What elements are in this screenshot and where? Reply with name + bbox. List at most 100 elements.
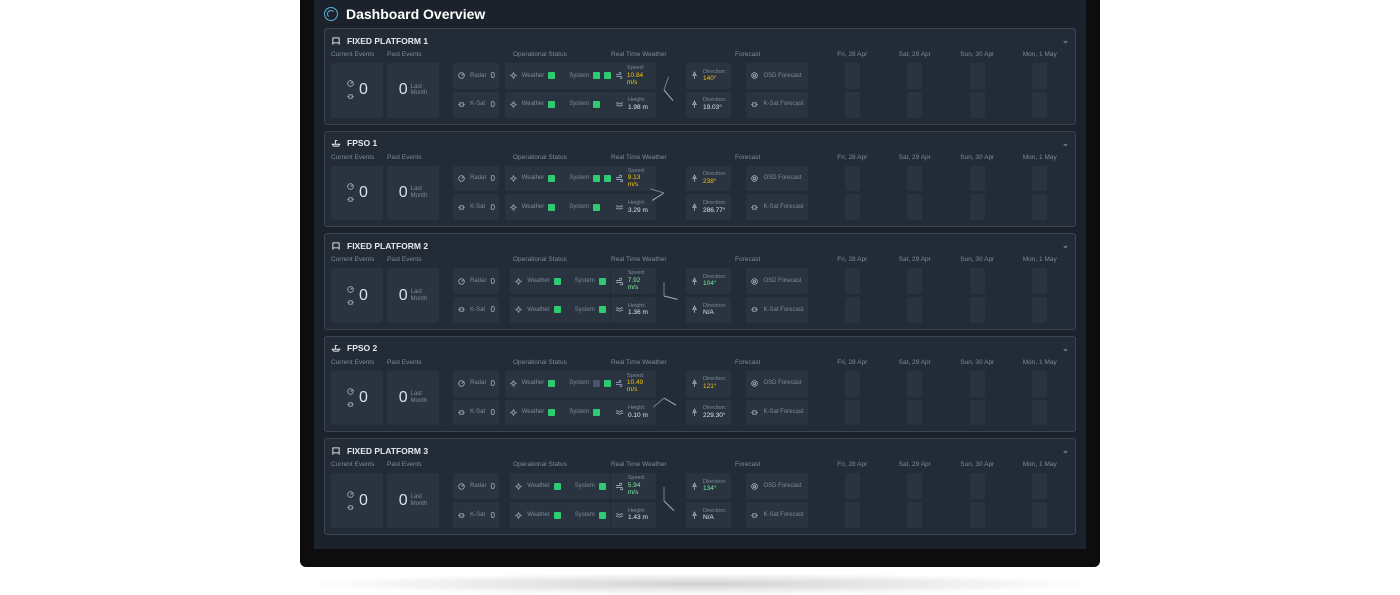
ksat-forecast-row[interactable]: K-Sat Forecast [746,92,807,118]
ksat-row[interactable]: K-Sat0 [453,502,499,528]
osd-forecast-row[interactable]: OSD Forecast [746,371,807,397]
current-events-cell[interactable]: 0 [331,371,383,426]
chevron-down-icon[interactable]: ⌄ [1062,445,1069,456]
weather-label: Weather [527,483,550,490]
direction-icon [690,203,699,212]
past-events-cell[interactable]: 0 Last Month [387,63,439,118]
radar-row[interactable]: Radar0 [453,63,499,89]
wind-icon [615,174,624,183]
sensor-counts: Radar0 K-Sat0 [443,371,509,426]
operational-status-cell: Weather System Weather System [513,166,607,221]
current-events-count: 0 [359,288,368,304]
forecast-heatmap [911,70,918,81]
forecast-day-cell[interactable] [948,473,1007,528]
forecast-day-cell[interactable] [886,63,945,118]
radar-row[interactable]: Radar0 [453,166,499,192]
current-events-cell[interactable]: 0 [331,268,383,323]
forecast-heatmap [974,378,981,389]
status-chip [554,306,561,313]
wave-icon [615,203,624,212]
rtw-cell: Speed:10.84 m/s Height:1.98 m Direction:… [611,63,731,118]
platform-header[interactable]: FIXED PLATFORM 3 ⌄ [331,443,1069,460]
forecast-day-cell[interactable] [1011,166,1070,221]
ksat-row[interactable]: K-Sat0 [453,92,499,118]
forecast-day-header: Fri, 28 Apr [823,153,882,162]
weather-icon [509,71,518,80]
forecast-day-cell[interactable] [886,166,945,221]
chevron-down-icon[interactable]: ⌄ [1062,343,1069,354]
direction-icon [690,71,699,80]
col-header: Past Events [387,460,439,469]
current-events-count: 0 [359,493,368,509]
ksat-forecast-row[interactable]: K-Sat Forecast [746,194,807,220]
forecast-day-cell[interactable] [886,473,945,528]
past-period-label: Last Month [411,391,428,404]
chevron-down-icon[interactable]: ⌄ [1062,240,1069,251]
radar-row[interactable]: Radar0 [453,268,499,294]
osd-forecast-row[interactable]: OSD Forecast [746,268,807,294]
forecast-day-cell[interactable] [1011,473,1070,528]
radar-icon [457,379,466,388]
radar-row[interactable]: Radar0 [453,371,499,397]
forecast-heatmap [1036,173,1043,184]
past-events-cell[interactable]: 0 Last Month [387,473,439,528]
forecast-day-cell[interactable] [1011,371,1070,426]
forecast-day-cell[interactable] [886,268,945,323]
ksat-forecast-row[interactable]: K-Sat Forecast [746,297,807,323]
forecast-day-cell[interactable] [1011,268,1070,323]
platform-header[interactable]: FPSO 2 ⌄ [331,341,1069,358]
current-events-cell[interactable]: 0 [331,166,383,221]
past-events-cell[interactable]: 0 Last Month [387,268,439,323]
platform-name: FIXED PLATFORM 1 [347,36,428,46]
platform-icon [331,36,341,46]
weather-icon [514,482,523,491]
platform-header[interactable]: FIXED PLATFORM 1 ⌄ [331,33,1069,50]
osd-forecast-row[interactable]: OSD Forecast [746,63,807,89]
forecast-day-cell[interactable] [823,166,882,221]
forecast-heatmap [911,173,918,184]
forecast-heatmap [849,484,856,489]
forecast-day-cell[interactable] [1011,63,1070,118]
col-header: Operational Status [513,358,607,367]
current-events-cell[interactable]: 0 [331,473,383,528]
osd-forecast-row[interactable]: OSD Forecast [746,473,807,499]
platform-header[interactable]: FPSO 1 ⌄ [331,136,1069,153]
forecast-day-cell[interactable] [948,166,1007,221]
weather-icon [509,203,518,212]
forecast-day-cell[interactable] [823,268,882,323]
status-chip [599,483,606,490]
forecast-sources: OSD Forecast K-Sat Forecast [735,371,819,426]
forecast-day-cell[interactable] [823,371,882,426]
col-header: Current Events [331,358,383,367]
compass-icon [658,72,684,108]
past-events-cell[interactable]: 0 Last Month [387,371,439,426]
osd-forecast-row[interactable]: OSD Forecast [746,166,807,192]
direction-icon [690,408,699,417]
weather-label: Weather [522,380,545,387]
forecast-day-header: Fri, 28 Apr [823,255,882,264]
past-events-cell[interactable]: 0 Last Month [387,166,439,221]
current-events-cell[interactable]: 0 [331,63,383,118]
col-header: Real Time Weather [611,358,731,367]
chevron-down-icon[interactable]: ⌄ [1062,35,1069,46]
forecast-day-cell[interactable] [948,371,1007,426]
direction-icon [690,100,699,109]
compass-icon [658,380,684,416]
status-chip [599,278,606,285]
ksat-forecast-row[interactable]: K-Sat Forecast [746,400,807,426]
platform-header[interactable]: FIXED PLATFORM 2 ⌄ [331,238,1069,255]
radar-icon [346,285,355,294]
forecast-day-header: Fri, 28 Apr [823,358,882,367]
ksat-row[interactable]: K-Sat0 [453,400,499,426]
forecast-day-cell[interactable] [948,63,1007,118]
ksat-row[interactable]: K-Sat0 [453,194,499,220]
forecast-day-cell[interactable] [823,63,882,118]
weather-label: Weather [527,307,550,314]
radar-row[interactable]: Radar0 [453,473,499,499]
forecast-day-cell[interactable] [948,268,1007,323]
forecast-day-cell[interactable] [823,473,882,528]
chevron-down-icon[interactable]: ⌄ [1062,138,1069,149]
ksat-row[interactable]: K-Sat0 [453,297,499,323]
forecast-day-cell[interactable] [886,371,945,426]
ksat-forecast-row[interactable]: K-Sat Forecast [746,502,807,528]
